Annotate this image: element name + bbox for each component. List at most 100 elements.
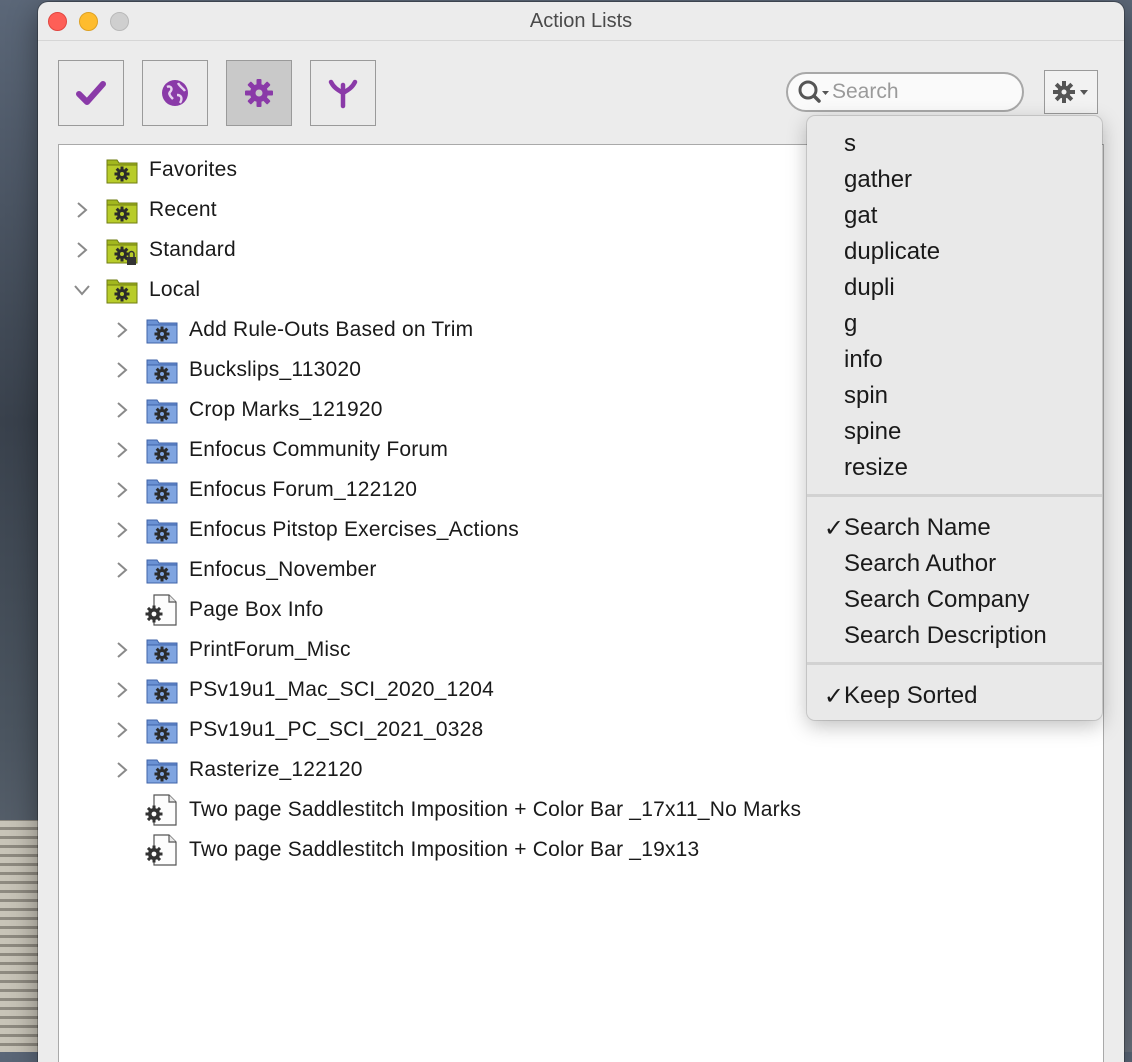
tree-row[interactable]: Enfocus Forum_122120 (111, 470, 417, 510)
yellow-folder-icon (105, 193, 139, 227)
disclosure-collapsed-icon[interactable] (111, 439, 133, 461)
action-list-document-icon (145, 793, 179, 827)
tree-row[interactable]: PSv19u1_PC_SCI_2021_0328 (111, 710, 483, 750)
tree-row[interactable]: Two page Saddlestitch Imposition + Color… (111, 830, 699, 870)
search-option-item[interactable]: Search Description (807, 618, 1102, 654)
tree-row-label: Local (149, 278, 201, 301)
disclosure-collapsed-icon[interactable] (111, 719, 133, 741)
checkmark-tab-button[interactable] (58, 60, 124, 126)
tree-row[interactable]: Page Box Info (111, 590, 324, 630)
disclosure-collapsed-icon[interactable] (71, 239, 93, 261)
title-bar[interactable]: Action Lists (38, 2, 1124, 41)
recent-search-item[interactable]: duplicate (807, 234, 1102, 270)
blue-folder-icon (145, 393, 179, 427)
zoom-button[interactable] (110, 12, 129, 31)
disclosure-collapsed-icon[interactable] (111, 519, 133, 541)
menu-item-label: dupli (844, 274, 895, 301)
disclosure-collapsed-icon[interactable] (111, 319, 133, 341)
blue-folder-icon (145, 633, 179, 667)
blue-folder-icon (145, 753, 179, 787)
gear-icon (245, 79, 273, 107)
tree-row-label: Recent (149, 198, 217, 221)
tree-row-label: Buckslips_113020 (189, 358, 362, 381)
checkmark-icon: ✓ (823, 682, 844, 710)
tree-row[interactable]: Enfocus Community Forum (111, 430, 448, 470)
gear-menu-button[interactable] (1044, 70, 1098, 114)
menu-item-label: Search Company (844, 586, 1030, 613)
menu-item-label: Search Author (844, 550, 997, 577)
search-option-item[interactable]: Search Author (807, 546, 1102, 582)
tree-row[interactable]: Add Rule-Outs Based on Trim (111, 310, 473, 350)
recent-search-item[interactable]: info (807, 342, 1102, 378)
recent-search-item[interactable]: gat (807, 198, 1102, 234)
recent-search-item[interactable]: spine (807, 414, 1102, 450)
tree-row-label: Page Box Info (189, 598, 324, 621)
disclosure-expanded-icon[interactable] (71, 279, 93, 301)
globe-tab-button[interactable] (142, 60, 208, 126)
recent-search-item[interactable]: gather (807, 162, 1102, 198)
keep-sorted-item[interactable]: ✓ Keep Sorted (807, 678, 1102, 714)
tree-row-label: Favorites (149, 158, 238, 181)
blue-folder-icon (145, 353, 179, 387)
menu-item-label: duplicate (844, 238, 941, 265)
recent-search-item[interactable]: spin (807, 378, 1102, 414)
menu-item-label: spin (844, 382, 889, 409)
tree-row-label: Enfocus Community Forum (189, 438, 449, 461)
disclosure-collapsed-icon[interactable] (111, 359, 133, 381)
tree-row[interactable]: Enfocus Pitstop Exercises_Actions (111, 510, 519, 550)
tree-row-label: Two page Saddlestitch Imposition + Color… (189, 798, 802, 821)
action-list-document-icon (145, 593, 179, 627)
disclosure-collapsed-icon[interactable] (111, 559, 133, 581)
yellow-folder-icon (105, 153, 139, 187)
gear-dropdown-icon (1053, 81, 1088, 103)
tree-row-label: PSv19u1_PC_SCI_2021_0328 (189, 718, 484, 741)
tree-row[interactable]: PrintForum_Misc (111, 630, 351, 670)
search-input[interactable] (830, 79, 1014, 105)
tree-row[interactable]: Favorites (71, 150, 237, 190)
menu-item-label: Search Description (844, 622, 1047, 649)
menu-separator (807, 494, 1102, 497)
menu-item-label: spine (844, 418, 902, 445)
tree-row-label: Standard (149, 238, 236, 261)
tree-row[interactable]: Enfocus_November (111, 550, 377, 590)
window-title: Action Lists (529, 9, 633, 32)
minimize-button[interactable] (79, 12, 98, 31)
branch-tab-button[interactable] (310, 60, 376, 126)
search-option-item[interactable]: Search Company (807, 582, 1102, 618)
blue-folder-icon (145, 673, 179, 707)
tree-row[interactable]: Recent (71, 190, 217, 230)
disclosure-collapsed-icon[interactable] (111, 399, 133, 421)
tree-row-label: Enfocus Forum_122120 (189, 478, 418, 501)
disclosure-collapsed-icon[interactable] (111, 639, 133, 661)
tree-row[interactable]: Crop Marks_121920 (111, 390, 383, 430)
recent-search-item[interactable]: dupli (807, 270, 1102, 306)
tree-row[interactable]: Buckslips_113020 (111, 350, 361, 390)
tree-row[interactable]: Standard (71, 230, 236, 270)
disclosure-collapsed-icon[interactable] (111, 479, 133, 501)
close-button[interactable] (48, 12, 67, 31)
menu-item-label: gather (844, 166, 913, 193)
tree-row[interactable]: Two page Saddlestitch Imposition + Color… (111, 790, 801, 830)
search-field[interactable] (786, 72, 1024, 112)
disclosure-collapsed-icon[interactable] (111, 759, 133, 781)
blue-folder-icon (145, 313, 179, 347)
gear-tab-button[interactable] (226, 60, 292, 126)
tree-row[interactable]: Local (71, 270, 200, 310)
recent-search-item[interactable]: resize (807, 450, 1102, 486)
recent-search-item[interactable]: s (807, 126, 1102, 162)
menu-item-label: Search Name (844, 514, 991, 541)
blue-folder-icon (145, 473, 179, 507)
disclosure-collapsed-icon[interactable] (71, 199, 93, 221)
menu-separator (807, 662, 1102, 665)
tree-row[interactable]: PSv19u1_Mac_SCI_2020_1204 (111, 670, 494, 710)
recent-search-item[interactable]: g (807, 306, 1102, 342)
tree-row[interactable]: Rasterize_122120 (111, 750, 363, 790)
search-option-item[interactable]: ✓ Search Name (807, 510, 1102, 546)
menu-item-label: info (844, 346, 883, 373)
disclosure-collapsed-icon[interactable] (111, 679, 133, 701)
checkmark-icon (76, 81, 106, 105)
